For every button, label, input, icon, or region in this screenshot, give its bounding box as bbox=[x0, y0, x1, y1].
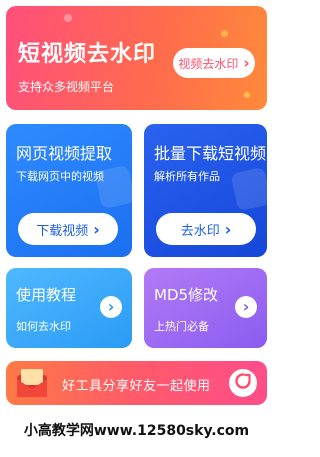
share-text: 好工具分享好友一起使用 bbox=[62, 379, 211, 394]
batch-download-card[interactable]: 批量下载短视频 解析所有作品 去水印 › bbox=[144, 124, 267, 257]
web-video-extract-card[interactable]: 网页视频提取 下载网页中的视频 下载视频 › bbox=[6, 124, 132, 257]
chevron-right-icon: › bbox=[243, 54, 250, 72]
button-label: 去水印 bbox=[180, 223, 220, 239]
button-label: 视频去水印 bbox=[178, 56, 239, 71]
remove-watermark-button[interactable]: 去水印 › bbox=[156, 213, 256, 245]
md5-arrow-button[interactable]: › bbox=[235, 296, 257, 318]
card-desc: 如何去水印 bbox=[16, 320, 71, 333]
tutorial-arrow-button[interactable]: › bbox=[100, 296, 122, 318]
md5-modify-card[interactable]: MD5修改 上热门必备 › bbox=[144, 268, 267, 348]
footer-watermark: 小高教学网www.12580sky.com bbox=[23, 423, 250, 439]
video-decor-icon bbox=[230, 166, 267, 212]
card-title: 使用教程 bbox=[16, 286, 77, 304]
tutorial-card[interactable]: 使用教程 如何去水印 › bbox=[6, 268, 132, 348]
chevron-right-icon: › bbox=[224, 219, 232, 239]
decor-dot bbox=[244, 92, 250, 98]
decor-dot bbox=[221, 30, 228, 37]
hero-subtitle: 支持众多视频平台 bbox=[18, 80, 115, 94]
button-label: 下载视频 bbox=[36, 223, 89, 239]
hero-title: 短视频去水印 bbox=[18, 42, 157, 67]
share-icon bbox=[234, 372, 252, 394]
chevron-right-icon: › bbox=[242, 297, 250, 316]
card-title: 网页视频提取 bbox=[16, 144, 113, 163]
decor-dot bbox=[64, 14, 72, 22]
card-title: 批量下载短视频 bbox=[154, 144, 267, 163]
remove-watermark-button[interactable]: 视频去水印 › bbox=[173, 48, 255, 78]
card-desc: 下载网页中的视频 bbox=[16, 170, 104, 183]
card-title: MD5修改 bbox=[154, 286, 219, 304]
card-desc: 上热门必备 bbox=[154, 320, 209, 333]
card-desc: 解析所有作品 bbox=[154, 170, 220, 183]
share-banner[interactable]: 好工具分享好友一起使用 bbox=[6, 361, 267, 405]
chevron-right-icon: › bbox=[93, 219, 100, 239]
share-button[interactable] bbox=[229, 369, 257, 397]
hero-card: 短视频去水印 支持众多视频平台 视频去水印 › bbox=[6, 6, 267, 110]
chevron-right-icon: › bbox=[107, 297, 115, 316]
envelope-icon bbox=[14, 367, 52, 399]
download-video-button[interactable]: 下载视频 › bbox=[18, 213, 118, 245]
